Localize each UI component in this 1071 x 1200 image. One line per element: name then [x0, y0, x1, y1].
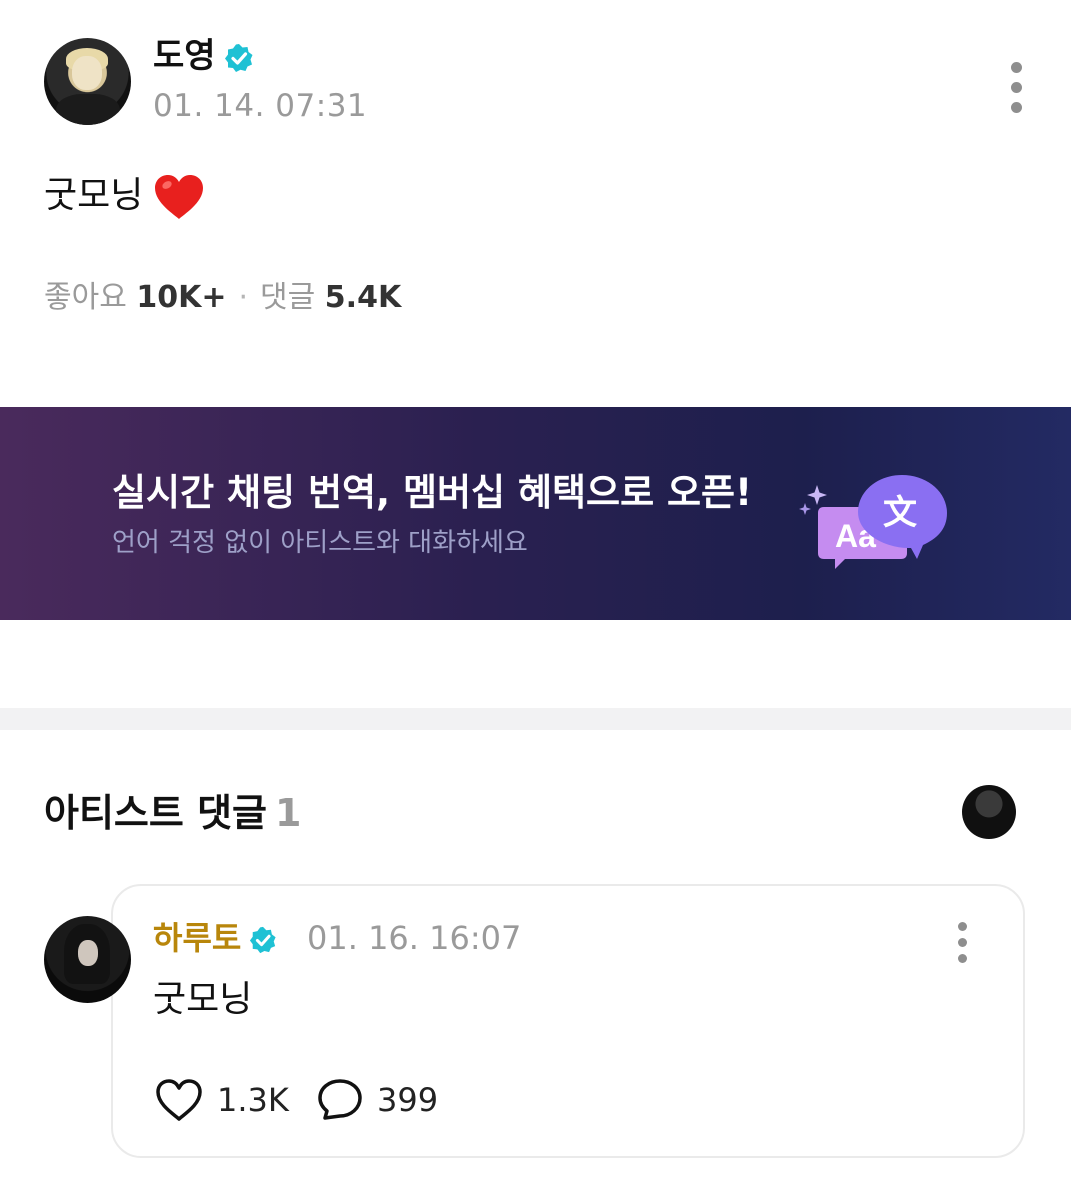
comments-label: 댓글 [260, 280, 316, 315]
avatar-body [56, 94, 120, 125]
avatar-face [72, 56, 102, 90]
comment-like-count: 1.3K [217, 1081, 289, 1119]
verified-badge-icon [250, 926, 276, 954]
post-body: 굿모닝 [44, 172, 205, 221]
artist-filter-avatar[interactable] [962, 785, 1016, 839]
dot [957, 922, 967, 931]
author-avatar[interactable] [44, 38, 131, 125]
dot [1010, 62, 1022, 73]
comment-more-options-icon[interactable] [952, 922, 972, 963]
heart-outline-icon [156, 1079, 202, 1121]
comment-author-name[interactable]: 하루토 [153, 919, 241, 957]
red-heart-icon [155, 175, 204, 219]
comment-timestamp: 01. 16. 16:07 [307, 919, 522, 957]
artist-comments-title: 아티스트 댓글 [44, 791, 267, 835]
speech-bubble-icon [318, 1079, 362, 1120]
banner-subtitle: 언어 걱정 없이 아티스트와 대화하세요 [112, 528, 528, 558]
author-name-row[interactable]: 도영 [153, 36, 254, 76]
wen-glyph: 文 [883, 493, 917, 533]
comments-count[interactable]: 5.4K [325, 280, 401, 315]
section-divider [0, 708, 1071, 730]
post-more-options-icon[interactable] [1006, 62, 1026, 113]
post-timestamp: 01. 14. 07:31 [153, 88, 368, 124]
dot [1010, 102, 1022, 113]
dot [957, 938, 967, 947]
post-text: 굿모닝 [44, 175, 144, 216]
separator-dot: · [238, 280, 249, 315]
comment-like-button[interactable]: 1.3K [155, 1078, 289, 1122]
verified-badge-icon [224, 43, 253, 72]
dot [1010, 82, 1022, 93]
artist-comments-header: 아티스트 댓글 1 [44, 790, 301, 836]
likes-count[interactable]: 10K+ [136, 280, 226, 315]
post-stats: 좋아요 10K+ · 댓글 5.4K [44, 278, 401, 318]
likes-label: 좋아요 [44, 280, 127, 315]
banner-title[interactable]: 실시간 채팅 번역, 멤버십 혜택으로 오픈! [112, 470, 752, 516]
dot [957, 954, 967, 963]
avatar-face [78, 940, 98, 966]
author-name[interactable]: 도영 [153, 36, 216, 76]
comment-reply-count: 399 [377, 1081, 439, 1119]
comment-author-avatar[interactable] [44, 916, 131, 1003]
artist-comments-count: 1 [275, 791, 302, 835]
comment-author-row[interactable]: 하루토 [153, 918, 277, 958]
translate-bubbles-icon: Aa 文 [799, 475, 947, 569]
comment-reply-button[interactable]: 399 [317, 1078, 438, 1122]
comment-text: 굿모닝 [153, 979, 253, 1020]
